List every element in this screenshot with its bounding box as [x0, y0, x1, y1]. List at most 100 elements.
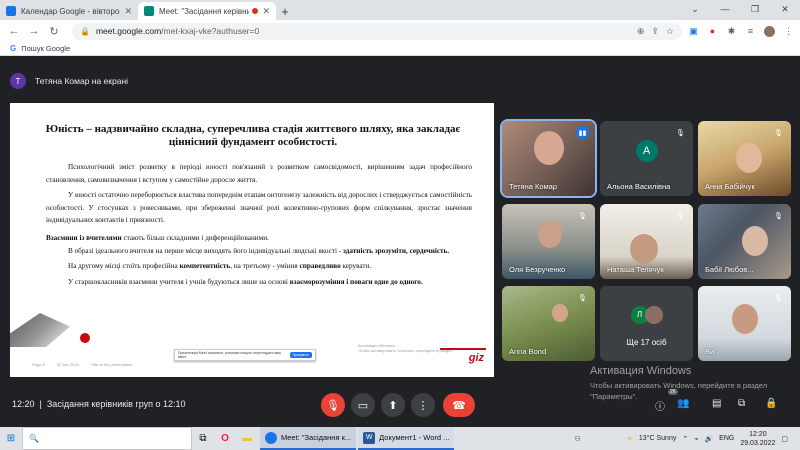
app-label: Meet: "Засідання к... — [281, 433, 352, 442]
presenter-label: Тетяна Комар на екрані — [35, 76, 129, 86]
app-label: Документ1 - Word ... — [379, 433, 450, 442]
notifications-icon[interactable]: ▢ — [781, 435, 788, 443]
forward-icon[interactable]: → — [26, 25, 42, 37]
people-count-badge: 26 — [668, 389, 678, 395]
clock[interactable]: 12:20 29.03.2022 — [740, 430, 775, 448]
activities-icon[interactable]: ⧉ — [738, 398, 745, 409]
laser-pointer-dot — [80, 333, 90, 343]
notification-ok-button[interactable]: Зрозуміло — [289, 352, 312, 358]
lock-icon[interactable]: 🔒 — [80, 27, 90, 36]
word-icon: W — [363, 431, 376, 444]
media-icon[interactable]: ≡ — [745, 26, 756, 37]
opera-icon[interactable]: O — [214, 427, 236, 450]
participant-face — [630, 234, 658, 264]
participant-tile-self[interactable]: 🎙 Ви — [698, 286, 791, 361]
record-extension-icon[interactable]: ● — [707, 26, 718, 37]
participant-avatar — [644, 305, 663, 324]
system-tray: ⚇ ☀ 13°C Sunny ⌃ ⌁ 🔊 ENG 12:20 29.03.202… — [574, 427, 800, 450]
taskbar-search[interactable]: 🔍 — [22, 427, 192, 450]
notification-text: Презентація Meet почалася, учасники можу… — [178, 351, 282, 359]
participant-name: Anna Bond — [509, 347, 547, 356]
close-tab-icon[interactable]: ✕ — [262, 6, 270, 17]
footer-date: 22 Jan 2018 — [56, 362, 79, 367]
participant-name: Анна Бабійчук — [705, 182, 755, 191]
share-icon[interactable]: ⇪ — [651, 26, 659, 37]
participant-name: Бабії Любов... — [705, 265, 754, 274]
decorative-shape — [10, 313, 70, 347]
recording-dot-icon — [252, 8, 259, 14]
speaking-indicator-icon: ▮▮ — [576, 126, 589, 139]
footer-page: Page 5 — [32, 362, 45, 367]
participant-tile[interactable]: 🎙 Anna Bond — [502, 286, 595, 361]
url-field[interactable]: 🔒 meet.google.com/met-kxaj-vke?authuser=… — [72, 22, 682, 40]
participant-face — [736, 143, 762, 173]
camera-extension-icon[interactable]: ▣ — [688, 26, 699, 37]
close-tab-icon[interactable]: ✕ — [124, 6, 132, 17]
participant-face — [732, 304, 758, 334]
chevron-up-icon[interactable]: ⌃ — [682, 435, 688, 443]
more-options-button[interactable]: ⋮ — [411, 393, 435, 417]
participant-avatar: А — [635, 140, 658, 162]
url-path: /met-kxaj-vke?authuser=0 — [161, 26, 260, 36]
bold-text: компетентність — [179, 262, 231, 271]
text: В образі ідеального вчителя на перше міс… — [68, 246, 343, 255]
restore-icon[interactable]: ❐ — [740, 0, 770, 18]
toolbar-icons: ▣ ● ✱ ≡ ⋮ — [688, 25, 794, 37]
footer-title: Title of the presentation — [90, 362, 133, 367]
slide-title: Юність – надзвичайно складна, суперечлив… — [45, 123, 461, 148]
zoom-icon[interactable]: ⊕ — [637, 26, 645, 37]
close-window-icon[interactable]: ✕ — [770, 0, 800, 18]
paragraph: Психологічний зміст розвитку в періоді ю… — [46, 163, 472, 184]
network-icon[interactable]: ⌁ — [694, 435, 698, 443]
tab-calendar[interactable]: Календар Google - вівторок, 29 ✕ — [0, 2, 138, 20]
participant-tile-more[interactable]: Л Ще 17 осіб — [600, 286, 693, 361]
presenter-bar: Т Тетяна Комар на екрані — [10, 70, 128, 92]
paragraph: У старшокласників взаємини учителя і учн… — [46, 276, 472, 289]
folder-icon[interactable]: ▬ — [236, 427, 258, 450]
weather-text[interactable]: 13°C Sunny — [639, 435, 676, 442]
participant-tile[interactable]: ▮▮ Тетяна Комар — [500, 119, 597, 198]
tab-meet[interactable]: Meet: "Засідання керівникі ✕ — [138, 2, 276, 20]
bookmark-star-icon[interactable]: ☆ — [666, 26, 674, 37]
mic-toggle-button[interactable]: 🎙 — [321, 393, 345, 417]
text: керувати. — [340, 262, 372, 271]
people-icon[interactable]: 👥 — [677, 398, 689, 409]
meeting-title: Засідання керівників груп о 12:10 — [46, 399, 186, 409]
paragraph: На другому місці стоїть професійна компе… — [46, 260, 472, 273]
leave-call-button[interactable]: ☎ — [443, 393, 475, 417]
new-tab-button[interactable]: + — [276, 2, 294, 20]
participant-tile[interactable]: 🎙 Оля Безрученко — [502, 204, 595, 279]
chat-icon[interactable]: ▤ — [712, 398, 721, 409]
profile-avatar[interactable] — [764, 25, 775, 37]
participant-face — [534, 131, 564, 165]
participant-tile[interactable]: 🎙 Анна Бабійчук — [698, 121, 791, 196]
search-icon: 🔍 — [29, 434, 39, 443]
taskbar-app-chrome[interactable]: Meet: "Засідання к... — [260, 427, 357, 450]
back-icon[interactable]: ← — [6, 25, 22, 37]
more-participants-label: Ще 17 осіб — [626, 338, 667, 347]
taskbar-app-word[interactable]: W Документ1 - Word ... — [358, 427, 455, 450]
clock-time: 12:20 — [749, 430, 767, 438]
text: , на третьому - уміння — [230, 262, 300, 271]
time-text: 12:20 — [12, 399, 35, 409]
network-share-icon[interactable]: ⚇ — [574, 435, 580, 443]
task-view-icon[interactable]: ⧉ — [192, 427, 214, 450]
bookmark-google-search[interactable]: Пошук Google — [21, 44, 70, 53]
participant-tile[interactable]: 🎙 Бабії Любов... — [698, 204, 791, 279]
volume-icon[interactable]: 🔊 — [704, 435, 713, 443]
camera-toggle-button[interactable]: ▭ — [351, 393, 375, 417]
chevron-down-icon[interactable]: ⌄ — [680, 0, 710, 18]
menu-icon[interactable]: ⋮ — [783, 26, 794, 37]
reload-icon[interactable]: ↻ — [46, 25, 62, 38]
tab-title: Календар Google - вівторок, 29 — [21, 6, 120, 16]
text: На другому місці стоїть професійна — [68, 262, 180, 271]
participant-tile[interactable]: А 🎙 Альона Василівна — [600, 121, 693, 196]
present-button[interactable]: ⬆ — [381, 393, 405, 417]
minimize-icon[interactable]: — — [710, 0, 740, 18]
extensions-icon[interactable]: ✱ — [726, 26, 737, 37]
language-indicator[interactable]: ENG — [719, 435, 734, 442]
participant-tile[interactable]: 🎙 Наташа Телячук — [600, 204, 693, 279]
windows-start-icon[interactable]: ⊞ — [0, 427, 22, 450]
info-icon[interactable]: ⓘ — [655, 398, 665, 413]
lock-icon[interactable]: 🔒 — [765, 398, 777, 409]
